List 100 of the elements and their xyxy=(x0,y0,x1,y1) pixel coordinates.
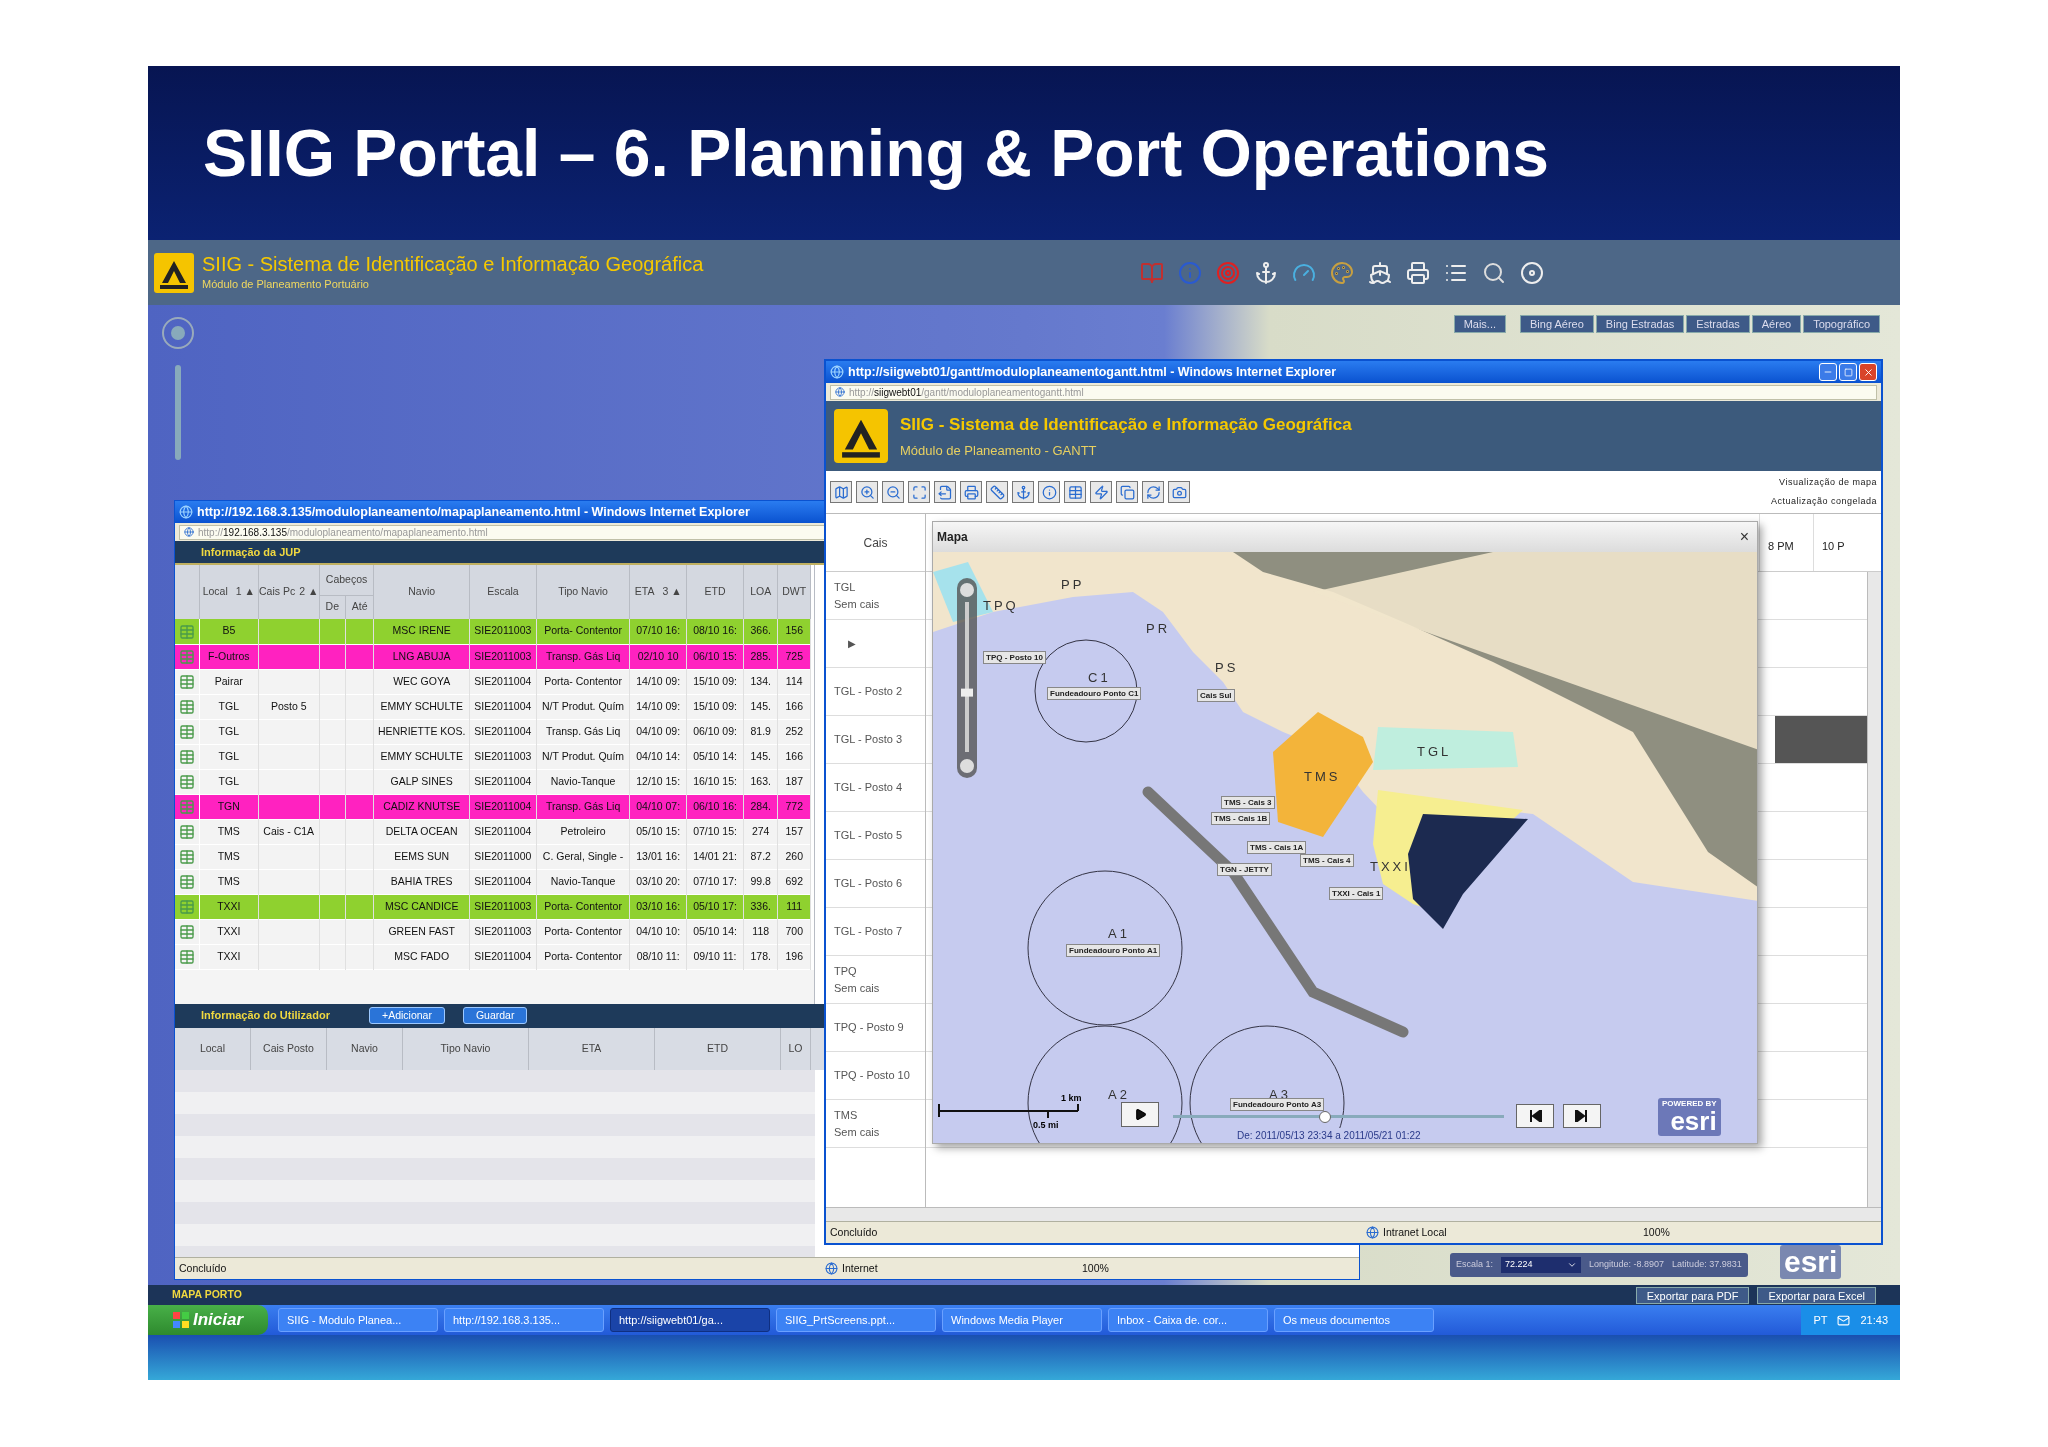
berth-row[interactable]: TGL - Posto 7 xyxy=(826,908,925,956)
table-row[interactable]: TGL HENRIETTE KOS. SIE2011004 Transp. Gás Liq 04/10 09: 06/10 09: 81.9 252 xyxy=(175,719,811,744)
berth-row[interactable]: ▶ xyxy=(826,620,925,668)
toolbar-button[interactable] xyxy=(882,481,904,503)
toolbar-button[interactable] xyxy=(1012,481,1034,503)
calendar-icon[interactable] xyxy=(178,924,195,941)
vertical-scrollbar[interactable] xyxy=(1867,572,1881,1207)
ship-icon[interactable] xyxy=(1368,260,1392,285)
berth-row[interactable]: TGL - Posto 3 xyxy=(826,716,925,764)
table-row[interactable]: Pairar WEC GOYA SIE2011004 Porta- Contentor 14/10 09: 15/10 09: 134. 114 xyxy=(175,669,811,694)
zoom-slider[interactable] xyxy=(955,578,979,778)
toolbar-button[interactable] xyxy=(1064,481,1086,503)
taskbar-item[interactable]: SIIG - Modulo Planea... xyxy=(278,1308,438,1332)
toolbar-button[interactable] xyxy=(1038,481,1060,503)
column-header[interactable]: Tipo Navio xyxy=(403,1027,529,1070)
berth-row[interactable]: TGL Sem cais xyxy=(826,572,925,620)
export-button[interactable]: Exportar para Excel xyxy=(1757,1286,1876,1304)
table-row[interactable]: TXXI MSC FADO SIE2011004 Porta- Contentor 08/10 11: 09/10 11: 178. 196 xyxy=(175,944,811,969)
taskbar-item[interactable]: http://192.168.3.135... xyxy=(444,1308,604,1332)
layer-button[interactable]: Estradas xyxy=(1686,315,1750,333)
minimize-button[interactable] xyxy=(1819,363,1837,381)
toolbar-button[interactable]: +Adicionar xyxy=(369,1007,445,1024)
taskbar-item[interactable]: http://siigwebt01/ga... xyxy=(610,1308,770,1332)
berth-row[interactable]: TMS Sem cais xyxy=(826,1100,925,1148)
disc-icon[interactable] xyxy=(1520,260,1544,285)
close-button[interactable] xyxy=(1859,363,1877,381)
column-header[interactable]: LO xyxy=(781,1027,811,1070)
calendar-icon[interactable] xyxy=(178,824,195,841)
layer-button[interactable]: Topográfico xyxy=(1803,315,1880,333)
calendar-icon[interactable] xyxy=(178,724,195,741)
column-header[interactable]: Cabeços xyxy=(319,565,374,595)
step-forward-button[interactable] xyxy=(1563,1104,1601,1128)
toolbar-button[interactable] xyxy=(986,481,1008,503)
berth-row[interactable]: TGL - Posto 2 xyxy=(826,668,925,716)
export-button[interactable]: Exportar para PDF xyxy=(1635,1286,1750,1304)
table-row[interactable]: TGN CADIZ KNUTSE SIE2011004 Transp. Gás Liq 04/10 07: 06/10 16: 284. 772 xyxy=(175,794,811,819)
taskbar-item[interactable]: Inbox - Caixa de. cor... xyxy=(1108,1308,1268,1332)
toolbar-button[interactable] xyxy=(908,481,930,503)
toolbar-button[interactable] xyxy=(1090,481,1112,503)
toolbar-button[interactable] xyxy=(1116,481,1138,503)
zoom-level[interactable]: 100% xyxy=(1082,1260,1109,1277)
toolbar-button[interactable] xyxy=(960,481,982,503)
layer-button[interactable]: Mais... xyxy=(1453,315,1507,333)
column-header[interactable]: Cais Posto xyxy=(251,1027,327,1070)
layer-button[interactable]: Bing Aéreo xyxy=(1520,315,1594,333)
taskbar-item[interactable]: Windows Media Player xyxy=(942,1308,1102,1332)
table-row[interactable]: F-Outros LNG ABUJA SIE2011003 Transp. Gás Liq 02/10 10 06/10 15: 285. 725 xyxy=(175,644,811,669)
table-row[interactable]: TMS BAHIA TRES SIE2011004 Navio-Tanque 03/10 20: 07/10 17: 99.8 692 xyxy=(175,869,811,894)
table-row[interactable]: TGL EMMY SCHULTE SIE2011003 N/T Produt. Quím 04/10 14: 05/10 14: 145. 166 xyxy=(175,744,811,769)
calendar-icon[interactable] xyxy=(178,699,195,716)
search-icon[interactable] xyxy=(1482,260,1506,285)
table-row[interactable]: TMS EEMS SUN SIE2011000 C. Geral, Single - 13/01 16: 14/01 21: 87.2 260 xyxy=(175,844,811,869)
table-row[interactable]: TGL GALP SINES SIE2011004 Navio-Tanque 12/10 15: 16/10 15: 163. 187 xyxy=(175,769,811,794)
taskbar-item[interactable]: Os meus documentos xyxy=(1274,1308,1434,1332)
berth-row[interactable]: TPQ - Posto 9 xyxy=(826,1004,925,1052)
taskbar-item[interactable]: SIIG_PrtScreens.ppt... xyxy=(776,1308,936,1332)
horizontal-scrollbar[interactable] xyxy=(826,1207,1881,1221)
calendar-icon[interactable] xyxy=(178,774,195,791)
berth-row[interactable]: TGL - Posto 5 xyxy=(826,812,925,860)
map-tag: TMS - Cais 1B xyxy=(1211,812,1271,825)
layer-button[interactable]: Bing Estradas xyxy=(1595,315,1685,333)
map-icon xyxy=(833,484,849,500)
berth-row[interactable]: TPQ - Posto 10 xyxy=(826,1052,925,1100)
calendar-icon[interactable] xyxy=(178,949,195,966)
berth-row[interactable]: TGL - Posto 6 xyxy=(826,860,925,908)
table-row[interactable]: TMS Cais - C1A DELTA OCEAN SIE2011004 Petroleiro 05/10 15: 07/10 15: 274 157 xyxy=(175,819,811,844)
calendar-icon[interactable] xyxy=(178,674,195,691)
column-header[interactable]: Navio xyxy=(327,1027,403,1070)
layer-button[interactable]: Aéreo xyxy=(1751,315,1802,333)
column-header[interactable]: Local xyxy=(175,1027,251,1070)
column-header[interactable]: ETA xyxy=(529,1027,655,1070)
calendar-icon[interactable] xyxy=(178,874,195,891)
table-row[interactable]: TXXI MSC CANDICE SIE2011003 Porta- Contentor 03/10 16: 05/10 17: 336. 111 xyxy=(175,894,811,919)
toolbar-button[interactable]: Guardar xyxy=(462,1007,528,1024)
play-button[interactable] xyxy=(1121,1102,1159,1127)
address-field[interactable]: http://siigwebt01/gantt/moduloplaneamentogantt.html xyxy=(830,384,1877,400)
zoom-slider-thumb[interactable] xyxy=(961,688,973,697)
table-row[interactable]: TXXI GREEN FAST SIE2011003 Porta- Contentor 04/10 10: 05/10 14: 118 700 xyxy=(175,919,811,944)
toolbar-button[interactable] xyxy=(1168,481,1190,503)
toolbar-button[interactable] xyxy=(1142,481,1164,503)
toolbar-button[interactable] xyxy=(934,481,956,503)
toolbar-button[interactable] xyxy=(856,481,878,503)
calendar-icon[interactable] xyxy=(178,849,195,866)
close-button[interactable]: × xyxy=(1735,525,1753,549)
palette-icon[interactable] xyxy=(1330,260,1354,285)
anchor-icon[interactable] xyxy=(1254,260,1278,285)
table-row[interactable]: B5 MSC IRENE SIE2011003 Porta- Contentor 07/10 16: 08/10 16: 366. 156 xyxy=(175,619,811,644)
time-slider[interactable] xyxy=(1173,1110,1504,1124)
berth-row[interactable]: TGL - Posto 4 xyxy=(826,764,925,812)
scale-select[interactable]: 72.224 xyxy=(1501,1257,1582,1273)
mail-icon[interactable] xyxy=(1837,1313,1851,1327)
toolbar-button[interactable] xyxy=(830,481,852,503)
printer-icon[interactable] xyxy=(1406,260,1430,285)
calendar-icon[interactable] xyxy=(178,749,195,766)
zoom-level[interactable]: 100% xyxy=(1643,1224,1670,1241)
table-row[interactable]: TGL Posto 5 EMMY SCHULTE SIE2011004 N/T Produt. Quím 14/10 09: 15/10 09: 145. 166 xyxy=(175,694,811,719)
column-header[interactable]: ETD xyxy=(655,1027,781,1070)
step-back-button[interactable] xyxy=(1516,1104,1554,1128)
berth-row[interactable]: TPQ Sem cais xyxy=(826,956,925,1004)
maximize-button[interactable] xyxy=(1839,363,1857,381)
